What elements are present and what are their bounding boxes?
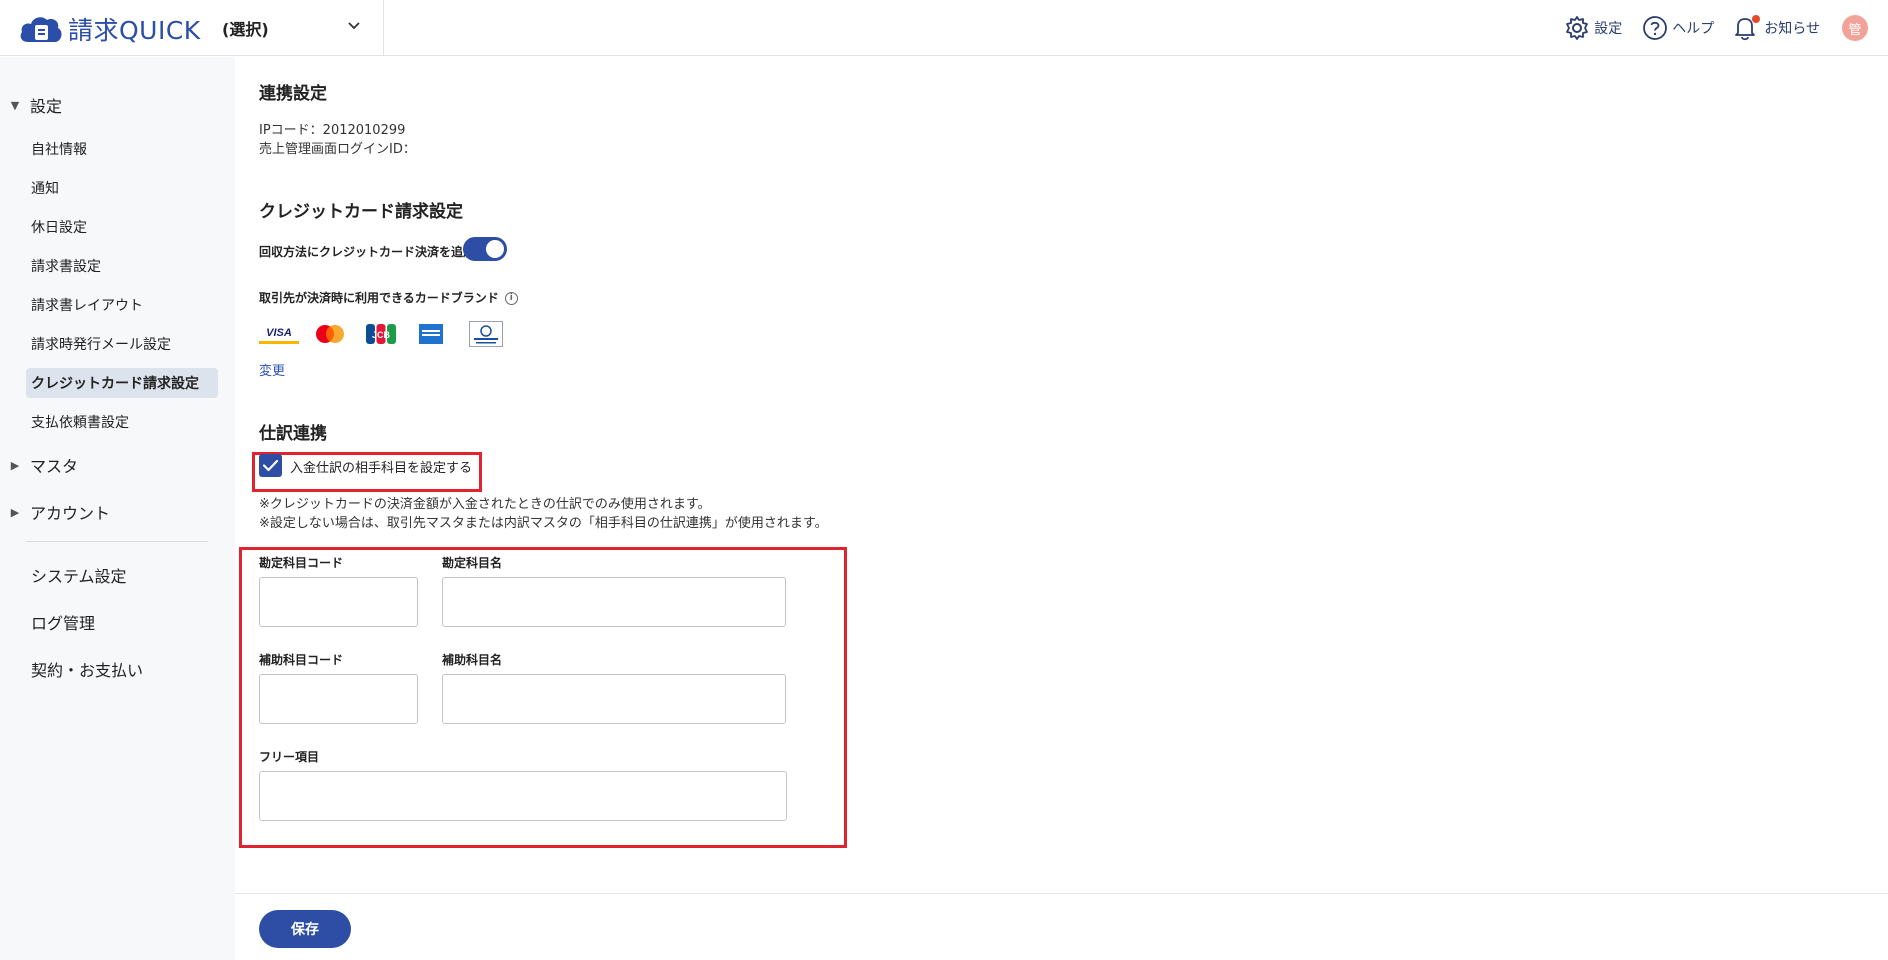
header-divider: [383, 0, 384, 56]
card-brands-label-text: 取引先が決済時に利用できるカードブランド: [259, 291, 499, 305]
free-item-input[interactable]: [259, 771, 787, 821]
sidebar-item-label: 自社情報: [31, 142, 87, 158]
free-item-label: フリー項目: [259, 750, 320, 764]
account-name-label: 勘定科目名: [442, 556, 503, 570]
sidebar-item-holiday[interactable]: 休日設定: [26, 212, 218, 242]
header-actions: 設定 ヘルプ お知らせ 管: [1544, 12, 1868, 44]
note-line-1: ※クレジットカードの決済金額が入金されたときの仕訳でのみ使用されます。: [259, 497, 711, 512]
triangle-right-icon: ▶: [10, 505, 20, 519]
ip-code-text: IPコード：2012010299: [259, 123, 406, 138]
sub-account-name-input[interactable]: [442, 674, 786, 724]
sidebar-item-company-info[interactable]: 自社情報: [26, 134, 218, 164]
sub-account-name-label: 補助科目名: [442, 653, 503, 667]
sidebar-group-settings[interactable]: ▼ 設定: [0, 93, 62, 117]
sidebar-item-label: 請求書設定: [31, 259, 101, 275]
sidebar-separator: [26, 541, 208, 542]
avatar[interactable]: 管: [1842, 15, 1868, 41]
jcb-logo-icon: JCB: [365, 319, 397, 349]
cloud-logo-icon: [18, 12, 64, 46]
sidebar-item-notification[interactable]: 通知: [26, 173, 218, 203]
cc-toggle-switch[interactable]: [463, 237, 507, 261]
sidebar-group-label: 設定: [30, 97, 63, 116]
chevron-down-icon: [346, 18, 362, 38]
journal-checkbox[interactable]: [259, 454, 282, 477]
notice-label: お知らせ: [1764, 21, 1820, 37]
account-code-label: 勘定科目コード: [259, 556, 344, 570]
settings-label: 設定: [1594, 21, 1623, 37]
sidebar-group-label: マスタ: [30, 457, 79, 476]
sidebar-item-log-management[interactable]: ログ管理: [31, 610, 95, 634]
sidebar-item-label: 請求書レイアウト: [31, 298, 143, 314]
main-content: 連携設定 IPコード：2012010299 売上管理画面ログインID： クレジッ…: [235, 57, 1888, 960]
account-name-input[interactable]: [442, 577, 786, 627]
save-button[interactable]: 保存: [259, 910, 351, 948]
help-button[interactable]: ヘルプ: [1642, 15, 1714, 41]
sidebar-group-label: アカウント: [30, 504, 111, 523]
sidebar-group-account[interactable]: ▶ アカウント: [0, 500, 110, 524]
sidebar-item-invoice-mail[interactable]: 請求時発行メール設定: [26, 329, 218, 359]
sidebar: ▼ 設定 自社情報 通知 休日設定 請求書設定 請求書レイアウト 請求時発行メー…: [0, 57, 235, 960]
mastercard-logo-icon: [312, 319, 348, 349]
sidebar-item-payment-request[interactable]: 支払依頼書設定: [26, 407, 218, 437]
cc-toggle-label: 回収方法にクレジットカード決済を追加: [259, 245, 476, 259]
bell-icon: [1734, 15, 1761, 41]
sidebar-item-label: クレジットカード請求設定: [31, 376, 199, 392]
note-line-2: ※設定しない場合は、取引先マスタまたは内訳マスタの「相手科目の仕訳連携」が使用さ…: [259, 516, 828, 531]
sub-account-code-label: 補助科目コード: [259, 653, 344, 667]
account-code-input[interactable]: [259, 577, 418, 627]
visa-logo-icon: VISA: [259, 319, 299, 349]
selector-value: (選択): [222, 20, 269, 39]
triangle-right-icon: ▶: [10, 458, 20, 472]
settings-button[interactable]: 設定: [1564, 15, 1622, 41]
triangle-down-icon: ▼: [10, 98, 20, 112]
notification-dot: [1752, 15, 1761, 23]
sidebar-item-contract-payment[interactable]: 契約・お支払い: [31, 657, 143, 681]
check-icon: [262, 459, 279, 472]
sales-login-id-text: 売上管理画面ログインID：: [259, 142, 416, 157]
sidebar-item-system-settings[interactable]: システム設定: [31, 563, 127, 587]
notice-button[interactable]: お知らせ: [1734, 15, 1820, 41]
sidebar-item-invoice-settings[interactable]: 請求書設定: [26, 251, 218, 281]
sidebar-group-master[interactable]: ▶ マスタ: [0, 453, 78, 477]
help-label: ヘルプ: [1672, 21, 1715, 37]
sidebar-item-label: 休日設定: [31, 220, 87, 236]
info-icon[interactable]: i: [504, 292, 518, 305]
diners-club-logo-icon: [468, 319, 504, 349]
sidebar-item-label: 請求時発行メール設定: [31, 337, 171, 353]
svg-text:VISA: VISA: [266, 327, 292, 339]
sidebar-item-label: 支払依頼書設定: [31, 415, 129, 431]
section-title-link-settings: 連携設定: [259, 84, 327, 104]
logo-text: 請求QUICK: [68, 16, 201, 45]
section-title-journal: 仕訳連携: [259, 424, 327, 444]
sub-account-code-input[interactable]: [259, 674, 418, 724]
sidebar-item-label: 通知: [31, 181, 59, 197]
journal-checkbox-label[interactable]: 入金仕訳の相手科目を設定する: [290, 457, 472, 476]
help-icon: [1643, 16, 1668, 40]
gear-icon: [1566, 16, 1589, 40]
amex-logo-icon: [416, 319, 446, 349]
card-brands-label: 取引先が決済時に利用できるカードブランド i: [259, 289, 518, 306]
avatar-text: 管: [1848, 22, 1862, 38]
svg-text:JCB: JCB: [372, 330, 391, 340]
app-header: 請求QUICK (選択) 設定 ヘルプ お知らせ 管: [0, 0, 1888, 56]
toggle-knob: [486, 240, 504, 258]
company-selector[interactable]: (選択): [222, 14, 362, 42]
section-title-credit-card: クレジットカード請求設定: [259, 202, 463, 222]
app-logo[interactable]: 請求QUICK: [18, 12, 201, 46]
footer-divider: [235, 893, 1888, 894]
sidebar-item-invoice-layout[interactable]: 請求書レイアウト: [26, 290, 218, 320]
sidebar-item-credit-card[interactable]: クレジットカード請求設定: [26, 368, 218, 398]
change-card-brands-link[interactable]: 変更: [259, 360, 285, 379]
